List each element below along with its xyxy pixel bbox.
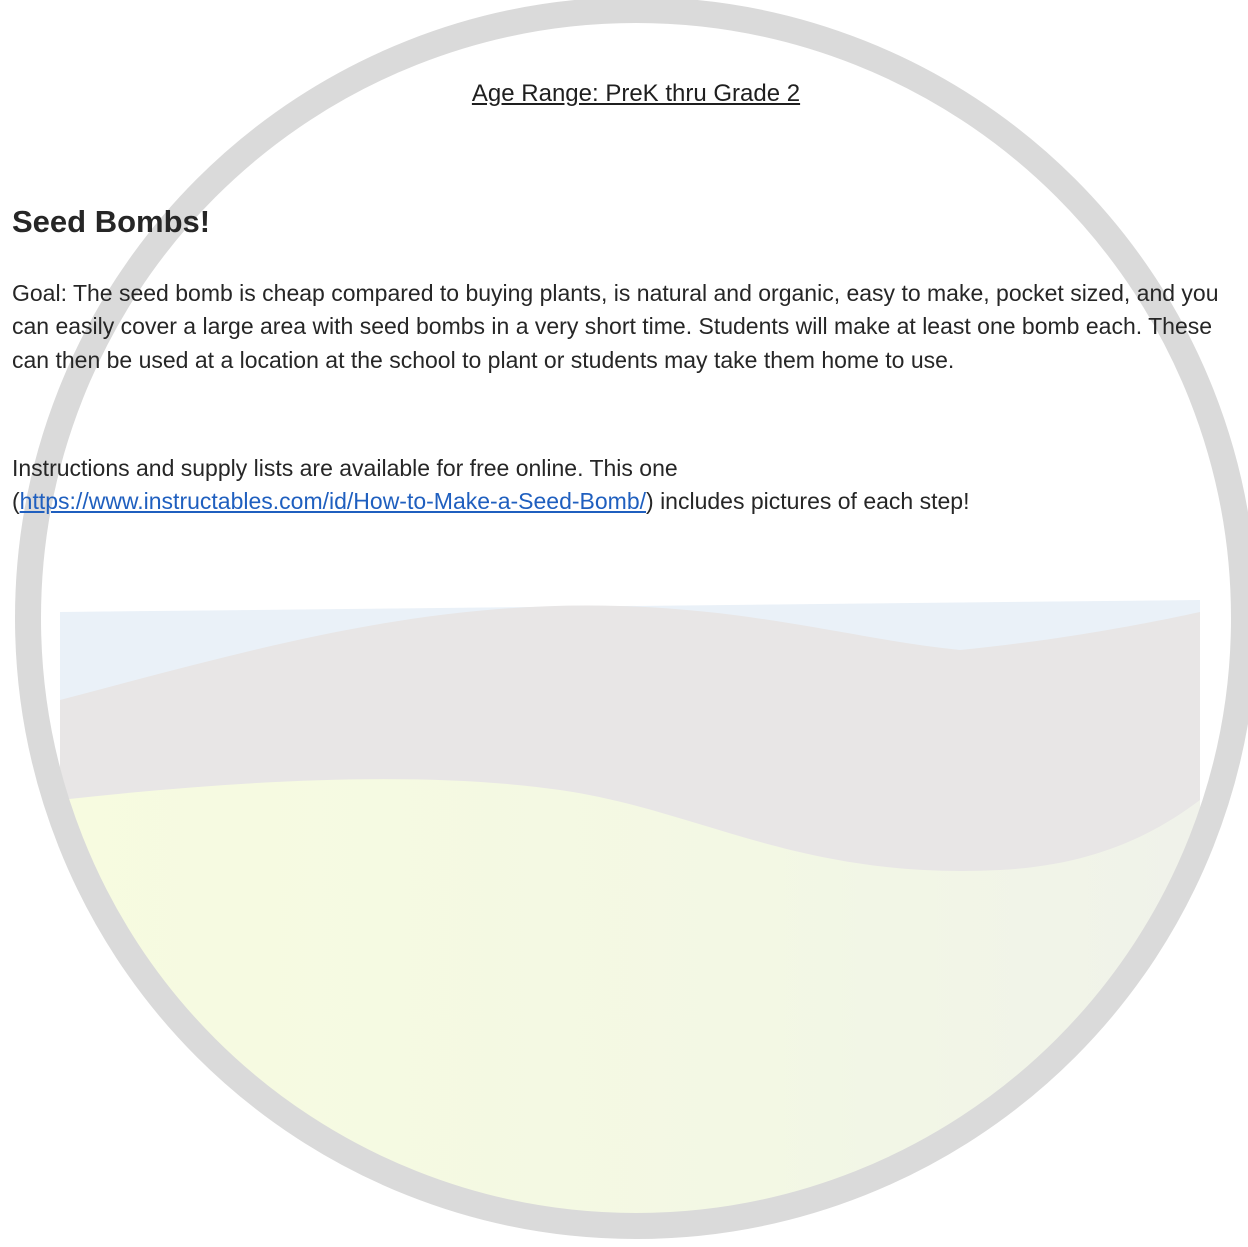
instructions-intro: Instructions and supply lists are availa… (12, 455, 678, 481)
instructables-link[interactable]: https://www.instructables.com/id/How-to-… (20, 488, 646, 514)
document-page: Age Range: PreK thru Grade 2 Seed Bombs!… (0, 0, 1248, 1247)
instructions-paragraph: Instructions and supply lists are availa… (12, 452, 1244, 519)
age-range-heading: Age Range: PreK thru Grade 2 (471, 80, 801, 107)
goal-paragraph: Goal: The seed bomb is cheap compared to… (12, 280, 1219, 373)
open-paren: ( (12, 488, 20, 515)
page-title: Seed Bombs! (12, 204, 211, 239)
instructions-tail: ) includes pictures of each step! (646, 488, 970, 515)
